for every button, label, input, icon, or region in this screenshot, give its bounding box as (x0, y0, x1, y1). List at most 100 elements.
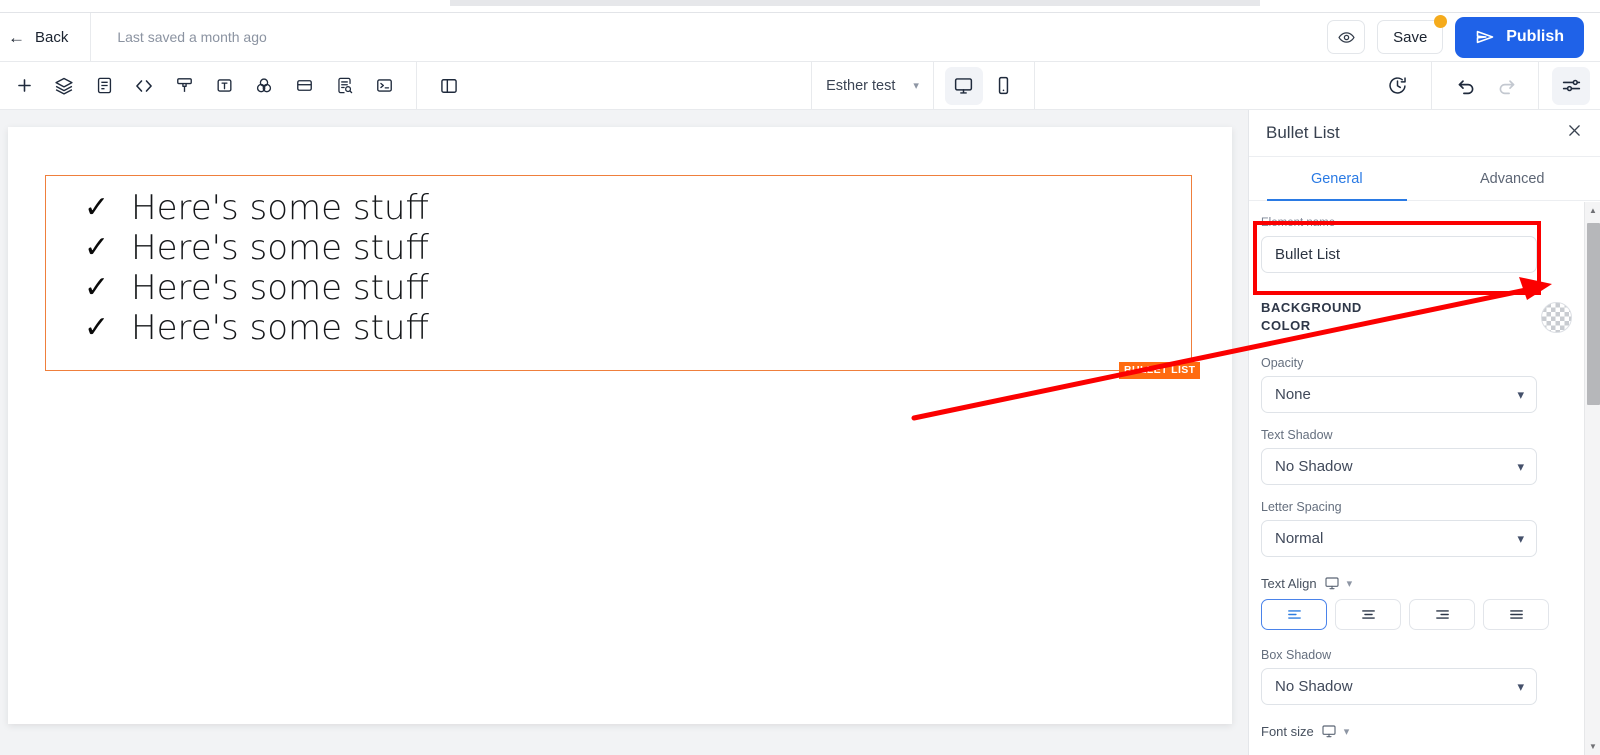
desktop-icon (1321, 723, 1337, 739)
background-color-swatch[interactable] (1541, 302, 1572, 333)
terminal-icon (375, 76, 394, 95)
chevron-down-icon: ▾ (1517, 459, 1524, 475)
align-right-button[interactable] (1409, 599, 1475, 630)
sliders-settings-icon (1561, 75, 1582, 96)
back-button-label: Back (35, 29, 68, 46)
list-item[interactable]: ✓ Here's some stuff (84, 228, 429, 268)
letter-spacing-select[interactable]: Normal ▾ (1261, 520, 1537, 557)
list-item-text: Here's some stuff (131, 308, 429, 348)
seo-button[interactable] (325, 67, 363, 105)
pages-button[interactable] (85, 67, 123, 105)
redo-icon (1496, 75, 1517, 96)
chevron-down-icon: ▾ (1517, 387, 1524, 403)
toolbar-divider-6 (1538, 62, 1539, 109)
align-center-button[interactable] (1335, 599, 1401, 630)
mobile-view-button[interactable] (985, 67, 1023, 105)
list-item[interactable]: ✓ Here's some stuff (84, 308, 429, 348)
project-selector[interactable]: Esther test ▾ (812, 78, 933, 94)
code-button[interactable] (125, 67, 163, 105)
save-button-label: Save (1393, 29, 1427, 46)
sections-button[interactable] (285, 67, 323, 105)
element-name-value: Bullet List (1275, 246, 1340, 263)
styles-button[interactable] (165, 67, 203, 105)
history-button[interactable] (1378, 67, 1416, 105)
app-root: ← Back Last saved a month ago Save (0, 0, 1600, 755)
split-panel-icon (439, 76, 459, 96)
color-blend-icon (254, 76, 274, 96)
code-icon (134, 76, 154, 96)
background-color-group: BACKGROUND COLOR (1261, 299, 1582, 335)
check-bullet-icon: ✓ (84, 308, 109, 348)
element-name-label: Element name (1261, 217, 1582, 229)
text-align-options (1261, 599, 1582, 630)
tab-general-label: General (1311, 171, 1363, 187)
font-size-label: Font size (1261, 724, 1314, 739)
tab-advanced-label: Advanced (1480, 171, 1545, 187)
layers-button[interactable] (45, 67, 83, 105)
box-shadow-select[interactable]: No Shadow ▾ (1261, 668, 1537, 705)
add-element-button[interactable] (5, 67, 43, 105)
opacity-select[interactable]: None ▾ (1261, 376, 1537, 413)
font-size-group: Font size ▾ (1261, 723, 1582, 739)
scroll-down-arrow[interactable]: ▼ (1585, 738, 1600, 755)
box-shadow-value: No Shadow (1275, 678, 1353, 695)
panel-scrollbar[interactable]: ▲ ▼ (1584, 202, 1600, 755)
arrow-left-icon: ← (8, 29, 25, 46)
list-item[interactable]: ✓ Here's some stuff (84, 268, 429, 308)
panel-close-button[interactable] (1566, 122, 1583, 144)
chevron-down-icon[interactable]: ▾ (1344, 725, 1350, 738)
list-item[interactable]: ✓ Here's some stuff (84, 188, 429, 228)
panel-header: Bullet List (1249, 110, 1600, 157)
browser-chrome-sliver (450, 0, 1260, 6)
editor-toolbar: Esther test ▾ (0, 62, 1600, 110)
bullet-list-element[interactable]: ✓ Here's some stuff ✓ Here's some stuff … (84, 188, 429, 348)
scrollbar-thumb[interactable] (1587, 223, 1600, 405)
colors-button[interactable] (245, 67, 283, 105)
desktop-view-button[interactable] (945, 67, 983, 105)
save-button[interactable]: Save (1377, 20, 1443, 54)
back-button[interactable]: ← Back (0, 13, 90, 61)
text-button[interactable] (205, 67, 243, 105)
top-header-bar: ← Back Last saved a month ago Save (0, 13, 1600, 62)
publish-button-label: Publish (1506, 28, 1564, 46)
background-color-label-line1: BACKGROUND (1261, 299, 1362, 317)
panel-settings-button[interactable] (1552, 67, 1590, 105)
list-item-text: Here's some stuff (131, 228, 429, 268)
tab-general[interactable]: General (1249, 157, 1425, 200)
element-name-input[interactable]: Bullet List (1261, 236, 1537, 273)
split-panel-button[interactable] (430, 67, 468, 105)
preview-button[interactable] (1327, 20, 1365, 54)
align-justify-button[interactable] (1483, 599, 1549, 630)
scroll-up-arrow[interactable]: ▲ (1585, 202, 1600, 219)
align-center-icon (1360, 606, 1377, 623)
undo-icon (1456, 75, 1477, 96)
save-button-wrapper: Save (1377, 20, 1443, 54)
opacity-value: None (1275, 386, 1311, 403)
text-align-group: Text Align ▾ (1261, 575, 1582, 630)
text-shadow-group: Text Shadow No Shadow ▾ (1261, 428, 1582, 485)
letter-spacing-value: Normal (1275, 530, 1323, 547)
toolbar-divider-5 (1431, 62, 1432, 109)
chevron-down-icon: ▾ (913, 79, 919, 92)
list-item-text: Here's some stuff (131, 268, 429, 308)
text-shadow-select[interactable]: No Shadow ▾ (1261, 448, 1537, 485)
text-align-label: Text Align (1261, 576, 1317, 591)
redo-button[interactable] (1487, 67, 1525, 105)
undo-button[interactable] (1447, 67, 1485, 105)
background-color-label: BACKGROUND COLOR (1261, 299, 1362, 335)
card-icon (295, 76, 314, 95)
properties-panel: Bullet List General Advanced Element nam… (1248, 110, 1600, 755)
brush-icon (175, 76, 194, 95)
align-left-icon (1286, 606, 1303, 623)
tab-advanced[interactable]: Advanced (1425, 157, 1600, 200)
header-actions: Save Publish (1327, 17, 1600, 58)
opacity-group: Opacity None ▾ (1261, 356, 1582, 413)
publish-button[interactable]: Publish (1455, 17, 1584, 58)
align-left-button[interactable] (1261, 599, 1327, 630)
box-shadow-label: Box Shadow (1261, 648, 1582, 662)
chevron-down-icon[interactable]: ▾ (1347, 577, 1353, 590)
letter-spacing-label: Letter Spacing (1261, 500, 1582, 514)
last-saved-status: Last saved a month ago (91, 29, 266, 45)
background-color-label-line2: COLOR (1261, 317, 1362, 335)
console-button[interactable] (365, 67, 403, 105)
